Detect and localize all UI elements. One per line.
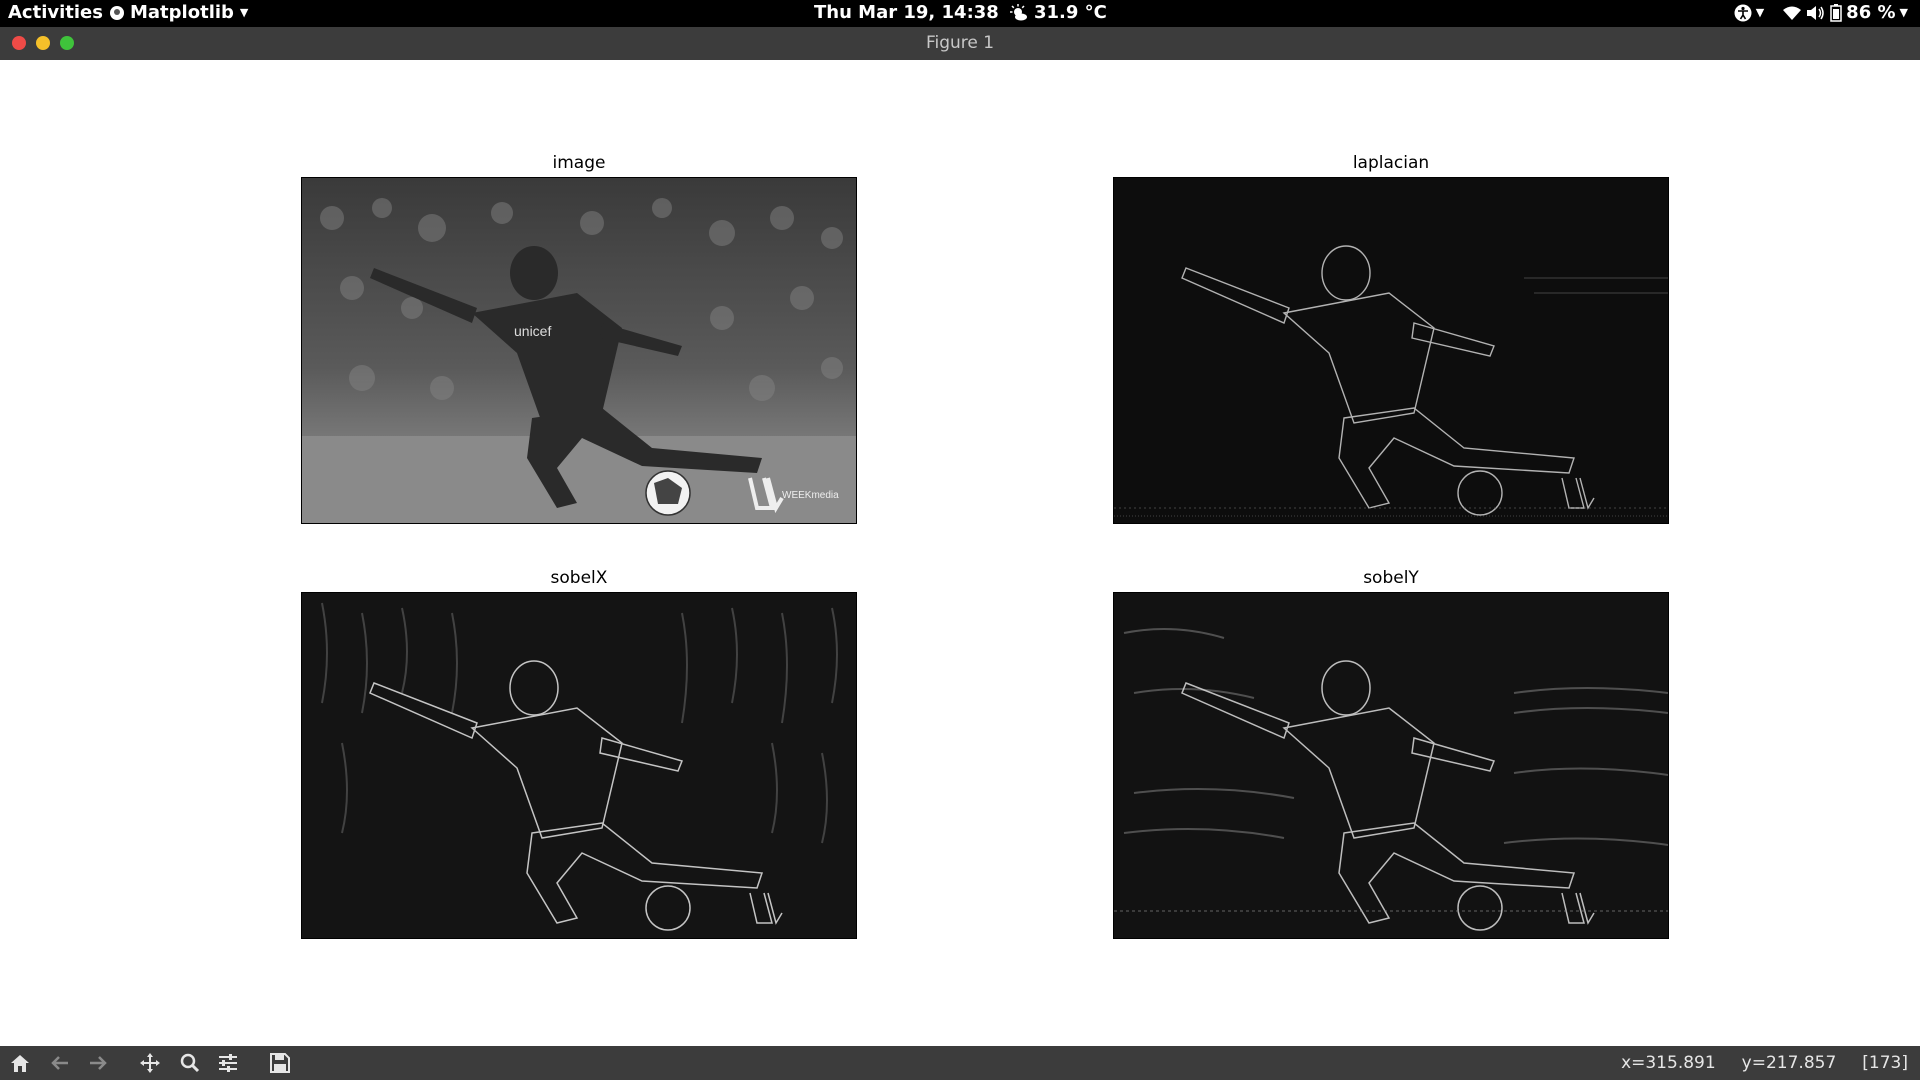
cursor-readout: x=315.891 y=217.857 [173] xyxy=(1621,1053,1908,1073)
back-button[interactable] xyxy=(48,1052,72,1074)
accessibility-menu[interactable]: ▼ xyxy=(1734,4,1764,22)
zoom-button[interactable] xyxy=(178,1052,202,1074)
chevron-down-icon: ▼ xyxy=(1899,6,1908,19)
top-bar: Activities Matplotlib ▼ Thu Mar 19, 14:3… xyxy=(0,0,1920,27)
subplot-title-sobely: sobelY xyxy=(1363,568,1419,588)
window-titlebar[interactable]: Figure 1 xyxy=(0,27,1920,60)
pixel-value: [173] xyxy=(1862,1053,1908,1073)
volume-icon xyxy=(1807,5,1824,20)
battery-icon xyxy=(1830,3,1842,22)
status-menu[interactable]: 86 % ▼ xyxy=(1782,2,1908,23)
watermark-text: WEEKmedia xyxy=(782,490,839,501)
system-tray: ▼ 86 % ▼ xyxy=(1734,2,1908,23)
chevron-down-icon: ▼ xyxy=(239,6,249,19)
accessibility-icon xyxy=(1734,4,1752,21)
configure-subplots-icon xyxy=(219,1054,237,1072)
subplot-sobely[interactable] xyxy=(1113,592,1669,939)
subplot-laplacian[interactable] xyxy=(1113,177,1669,524)
zoom-icon xyxy=(180,1053,200,1073)
subplot-title-image: image xyxy=(552,153,606,173)
image-grayscale: unicef WEEKmedia xyxy=(302,178,856,523)
subplot-title-sobelx: sobelX xyxy=(550,568,608,588)
app-menu[interactable]: Matplotlib ▼ xyxy=(110,2,248,23)
weather-icon xyxy=(1010,3,1027,20)
forward-button[interactable] xyxy=(86,1052,110,1074)
image-sobely xyxy=(1114,593,1668,938)
cursor-x: x=315.891 xyxy=(1621,1053,1716,1073)
weather-indicator[interactable]: 31.9 °C xyxy=(1010,2,1107,23)
navigation-toolbar: x=315.891 y=217.857 [173] xyxy=(0,1046,1920,1080)
back-icon xyxy=(51,1056,68,1070)
save-button[interactable] xyxy=(268,1052,292,1074)
figure-canvas[interactable]: image unicef WEEKmedia laplacian sobelX … xyxy=(0,60,1920,1046)
wifi-icon xyxy=(1783,6,1802,20)
shirt-text: unicef xyxy=(514,323,551,339)
home-button[interactable] xyxy=(8,1052,32,1074)
pan-icon xyxy=(140,1053,160,1073)
chevron-down-icon: ▼ xyxy=(1755,6,1765,19)
temperature-label: 31.9 °C xyxy=(1034,2,1107,23)
subplot-image[interactable]: unicef WEEKmedia xyxy=(301,177,857,524)
clock[interactable]: Thu Mar 19, 14:38 xyxy=(814,2,999,23)
subplot-title-laplacian: laplacian xyxy=(1352,153,1430,173)
matplotlib-app-icon xyxy=(110,5,124,20)
configure-subplots-button[interactable] xyxy=(216,1052,240,1074)
cursor-y: y=217.857 xyxy=(1741,1053,1837,1073)
pan-button[interactable] xyxy=(138,1052,162,1074)
home-icon xyxy=(11,1055,29,1072)
subplot-sobelx[interactable] xyxy=(301,592,857,939)
forward-icon xyxy=(90,1056,107,1070)
app-menu-label: Matplotlib xyxy=(130,2,234,23)
image-sobelx xyxy=(302,593,856,938)
battery-percentage: 86 % xyxy=(1846,2,1896,23)
activities-button[interactable]: Activities xyxy=(8,2,103,23)
save-icon xyxy=(270,1053,290,1073)
window-title: Figure 1 xyxy=(925,33,995,53)
image-laplacian xyxy=(1114,178,1668,523)
